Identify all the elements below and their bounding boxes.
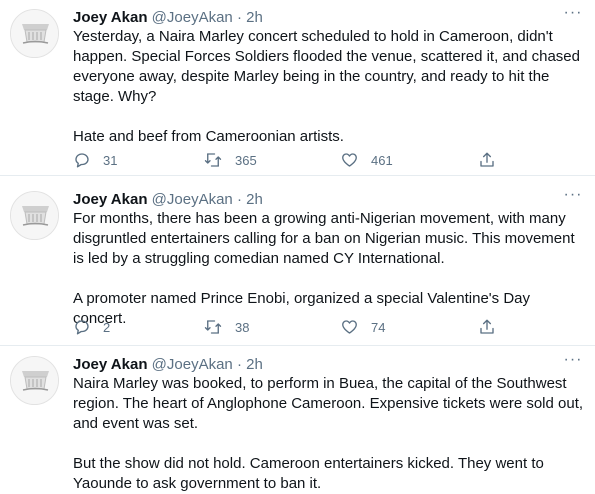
share-button[interactable] bbox=[478, 150, 496, 170]
tweet-3[interactable]: Joey Akan @JoeyAkan · 2h ··· Naira Marle… bbox=[0, 347, 595, 492]
share-icon bbox=[480, 152, 494, 167]
separator-dot: · bbox=[236, 356, 242, 373]
author-name[interactable]: Joey Akan bbox=[73, 356, 147, 373]
timestamp[interactable]: 2h bbox=[246, 9, 263, 26]
timestamp[interactable]: 2h bbox=[246, 191, 263, 208]
avatar-image bbox=[11, 192, 58, 239]
retweet-button[interactable]: 365 bbox=[203, 150, 257, 170]
reply-icon bbox=[75, 320, 89, 335]
like-count: 74 bbox=[371, 319, 386, 335]
retweet-count: 365 bbox=[235, 152, 257, 168]
retweet-button[interactable]: 38 bbox=[203, 317, 249, 337]
avatar[interactable] bbox=[10, 356, 59, 405]
tweet-text: For months, there has been a growing ant… bbox=[73, 209, 587, 329]
avatar-image bbox=[11, 357, 58, 404]
separator-dot: · bbox=[236, 9, 242, 26]
like-button[interactable]: 461 bbox=[340, 150, 393, 170]
reply-button[interactable]: 2 bbox=[73, 317, 110, 337]
tweet-paragraph: For months, there has been a growing ant… bbox=[73, 210, 575, 267]
tweet-header: Joey Akan @JoeyAkan · 2h bbox=[73, 355, 585, 374]
avatar[interactable] bbox=[10, 9, 59, 58]
avatar[interactable] bbox=[10, 191, 59, 240]
reply-button[interactable]: 31 bbox=[73, 150, 117, 170]
tweet-paragraph: Naira Marley was booked, to perform in B… bbox=[73, 375, 584, 432]
tweet-paragraph: Hate and beef from Cameroonian artists. bbox=[73, 128, 344, 145]
like-button[interactable]: 74 bbox=[340, 317, 385, 337]
tweet-header: Joey Akan @JoeyAkan · 2h bbox=[73, 190, 585, 209]
tweet-paragraph: Yesterday, a Naira Marley concert schedu… bbox=[73, 28, 580, 105]
separator-dot: · bbox=[236, 191, 242, 208]
more-options-button[interactable]: ··· bbox=[561, 4, 585, 24]
tweet-paragraph: But the show did not hold. Cameroon ente… bbox=[73, 455, 544, 492]
retweet-icon bbox=[204, 153, 222, 167]
like-icon bbox=[342, 320, 357, 334]
like-icon bbox=[342, 153, 357, 167]
tweet-header: Joey Akan @JoeyAkan · 2h bbox=[73, 8, 585, 27]
retweet-icon bbox=[204, 320, 222, 334]
author-handle[interactable]: @JoeyAkan bbox=[152, 191, 233, 208]
retweet-count: 38 bbox=[235, 319, 250, 335]
reply-count: 31 bbox=[103, 152, 118, 168]
tweet-paragraph: A promoter named Prince Enobi, organized… bbox=[73, 290, 531, 327]
tweet-text: Naira Marley was booked, to perform in B… bbox=[73, 374, 587, 494]
reply-count: 2 bbox=[103, 319, 111, 335]
author-handle[interactable]: @JoeyAkan bbox=[152, 9, 233, 26]
more-options-button[interactable]: ··· bbox=[561, 186, 585, 206]
more-options-button[interactable]: ··· bbox=[561, 351, 585, 371]
timestamp[interactable]: 2h bbox=[246, 356, 263, 373]
share-icon bbox=[480, 319, 494, 334]
author-name[interactable]: Joey Akan bbox=[73, 191, 147, 208]
reply-icon bbox=[75, 153, 89, 168]
avatar-image bbox=[11, 10, 58, 57]
author-name[interactable]: Joey Akan bbox=[73, 9, 147, 26]
tweet-1[interactable]: Joey Akan @JoeyAkan · 2h ··· Yesterday, … bbox=[0, 0, 595, 176]
like-count: 461 bbox=[371, 152, 393, 168]
author-handle[interactable]: @JoeyAkan bbox=[152, 356, 233, 373]
tweet-2[interactable]: Joey Akan @JoeyAkan · 2h ··· For months,… bbox=[0, 182, 595, 346]
share-button[interactable] bbox=[478, 317, 496, 337]
tweet-text: Yesterday, a Naira Marley concert schedu… bbox=[73, 27, 587, 147]
